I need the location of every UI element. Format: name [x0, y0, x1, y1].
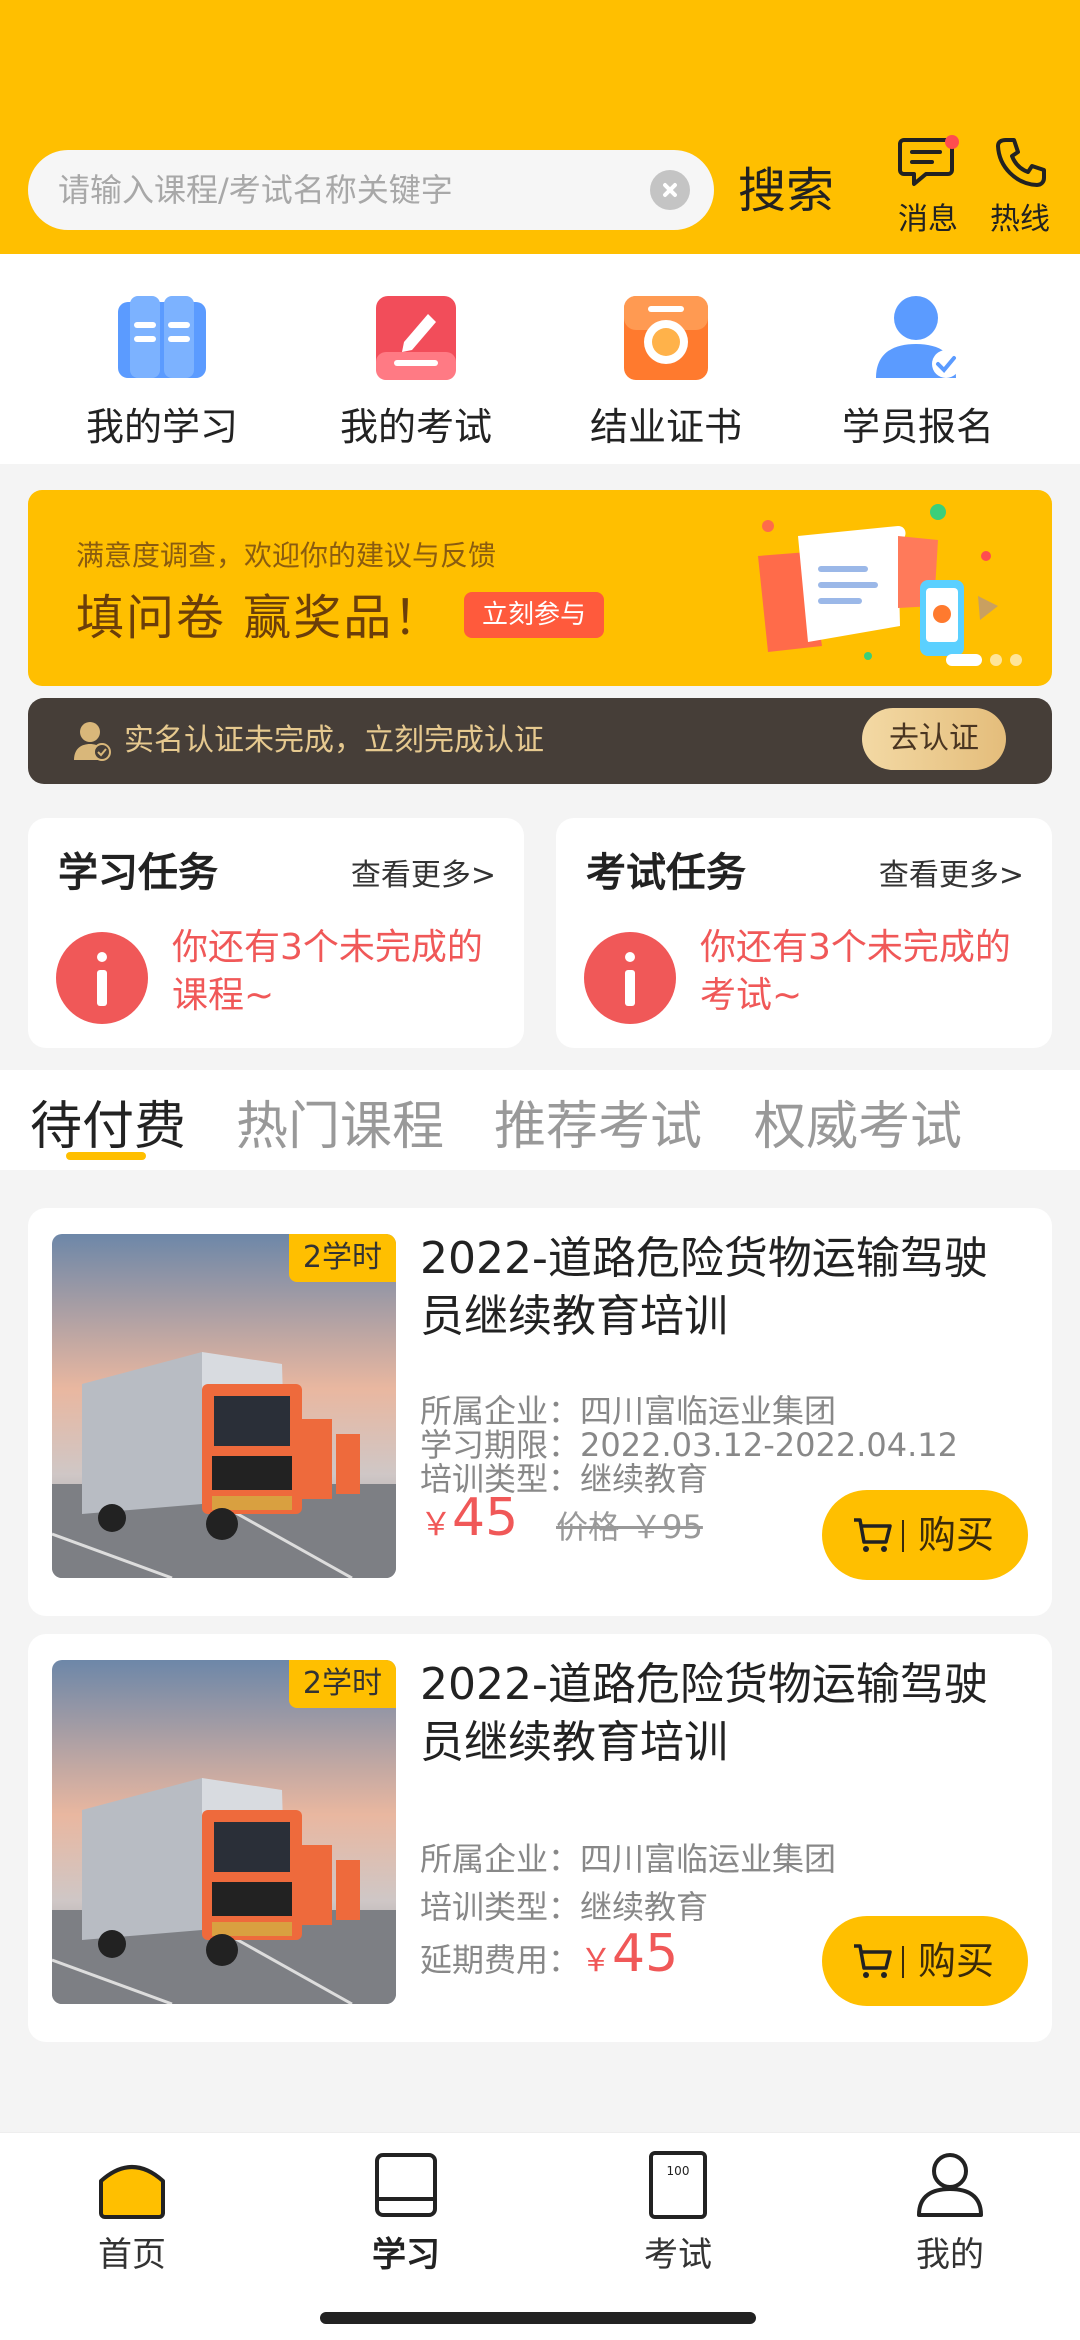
cart-icon: [854, 1944, 892, 1978]
banner-join-button[interactable]: 立刻参与: [464, 592, 605, 638]
course-card[interactable]: 2学时 2022-道路危险货物运输驾驶员继续教育培训 所属企业：四川富临运业集团…: [28, 1208, 1052, 1616]
go-verify-button[interactable]: 去认证: [862, 708, 1006, 770]
banner-headline: 填问卷 赢奖品！: [76, 590, 444, 646]
messages-button[interactable]: 消息: [888, 134, 968, 244]
quick-label: 我的考试: [339, 405, 492, 449]
info-icon: [56, 932, 148, 1024]
buy-button[interactable]: 购买: [822, 1490, 1028, 1580]
buy-button[interactable]: 购买: [822, 1916, 1028, 2006]
search-box[interactable]: [28, 150, 714, 230]
course-hours-badge: 2学时: [288, 1660, 396, 1708]
exam-task-more-link[interactable]: 查看更多>: [879, 850, 1024, 894]
exam-edit-icon: [376, 296, 456, 380]
exam-task-card[interactable]: 考试任务 查看更多> 你还有3个未完成的考试~: [556, 818, 1052, 1048]
survey-banner[interactable]: 满意度调查，欢迎你的建议与反馈 填问卷 赢奖品！ 立刻参与: [28, 490, 1052, 686]
study-task-more-link[interactable]: 查看更多>: [351, 850, 496, 894]
tab-pending-payment[interactable]: 待付费: [30, 1084, 186, 1159]
buy-label: 购买: [918, 1513, 995, 1557]
study-task-card[interactable]: 学习任务 查看更多> 你还有3个未完成的课程~: [28, 818, 524, 1048]
study-task-title: 学习任务: [58, 850, 218, 896]
quick-my-exam[interactable]: 我的考试: [306, 292, 526, 462]
message-icon: [898, 135, 959, 186]
banner-subtitle: 满意度调查，欢迎你的建议与反馈: [76, 539, 497, 572]
course-company: 所属企业：四川富临运业集团: [420, 1840, 837, 1878]
exam-paper-icon: 100: [649, 2151, 707, 2219]
course-card[interactable]: 2学时 2022-道路危险货物运输驾驶员继续教育培训 所属企业：四川富临运业集团…: [28, 1634, 1052, 2042]
nav-mine[interactable]: 我的: [870, 2151, 1030, 2276]
course-title: 2022-道路危险货物运输驾驶员继续教育培训: [420, 1659, 988, 1768]
course-thumbnail: 2学时: [52, 1234, 396, 1578]
quick-my-study[interactable]: 我的学习: [52, 292, 272, 462]
course-extension-fee: 延期费用：￥45: [420, 1924, 679, 1984]
nav-label: 学习: [372, 2235, 440, 2275]
home-indicator: [320, 2312, 756, 2324]
nav-study[interactable]: 学习: [326, 2151, 486, 2276]
buy-label: 购买: [918, 1939, 995, 1983]
tab-hot-courses[interactable]: 热门课程: [236, 1084, 444, 1159]
user-icon: [917, 2153, 983, 2217]
search-input[interactable]: [58, 150, 648, 230]
category-tabs: 待付费 热门课程 推荐考试 权威考试: [0, 1070, 1080, 1170]
study-task-message: 你还有3个未完成的课程~: [172, 927, 483, 1016]
course-hours-badge: 2学时: [288, 1234, 396, 1282]
course-title: 2022-道路危险货物运输驾驶员继续教育培训: [420, 1233, 988, 1342]
quick-student-signup[interactable]: 学员报名: [808, 292, 1028, 462]
quick-entries: 我的学习 我的考试 结业证书 学员报名: [0, 254, 1080, 464]
svg-text:100: 100: [667, 2164, 690, 2178]
truck-image-icon: [52, 1660, 396, 2004]
verify-user-icon: [74, 722, 111, 761]
course-price: ￥45: [420, 1488, 519, 1548]
quick-certificate[interactable]: 结业证书: [556, 292, 776, 462]
exam-task-title: 考试任务: [586, 850, 746, 896]
tab-authoritative-exams[interactable]: 权威考试: [754, 1084, 962, 1159]
book-icon: [118, 296, 206, 378]
banner-pagination: [938, 651, 1022, 670]
quick-label: 学员报名: [841, 405, 994, 449]
bottom-navigation: 首页 学习 100 考试 我的: [0, 2132, 1080, 2340]
study-book-icon: [375, 2153, 437, 2217]
home-icon: [99, 2165, 165, 2219]
real-name-verify-bar: 实名认证未完成，立刻完成认证 去认证: [28, 698, 1052, 784]
nav-home[interactable]: 首页: [52, 2151, 212, 2276]
course-original-price: 价格 ￥95: [556, 1508, 703, 1546]
messages-label: 消息: [898, 202, 958, 237]
certificate-icon: [624, 296, 708, 380]
verify-text: 实名认证未完成，立刻完成认证: [124, 723, 544, 758]
nav-label: 考试: [644, 2235, 712, 2275]
quick-label: 结业证书: [589, 405, 742, 449]
nav-exam[interactable]: 100 考试: [598, 2151, 758, 2276]
phone-icon: [996, 138, 1046, 187]
truck-image-icon: [52, 1234, 396, 1578]
info-icon: [584, 932, 676, 1024]
survey-illustration-icon: [758, 504, 998, 660]
active-tab-indicator: [66, 1152, 146, 1160]
hotline-label: 热线: [990, 202, 1050, 237]
top-header: 搜索 消息 热线: [0, 0, 1080, 254]
hotline-button[interactable]: 热线: [980, 134, 1060, 244]
course-thumbnail: 2学时: [52, 1660, 396, 2004]
tab-recommended-exams[interactable]: 推荐考试: [494, 1084, 702, 1159]
search-button[interactable]: 搜索: [738, 156, 834, 226]
course-type: 培训类型：继续教育: [420, 1888, 709, 1926]
quick-label: 我的学习: [85, 405, 238, 449]
clear-search-icon[interactable]: [650, 170, 690, 210]
nav-label: 首页: [98, 2235, 166, 2275]
student-signup-icon: [876, 296, 960, 378]
nav-label: 我的: [916, 2235, 984, 2275]
cart-icon: [854, 1518, 892, 1552]
exam-task-message: 你还有3个未完成的考试~: [700, 927, 1011, 1016]
